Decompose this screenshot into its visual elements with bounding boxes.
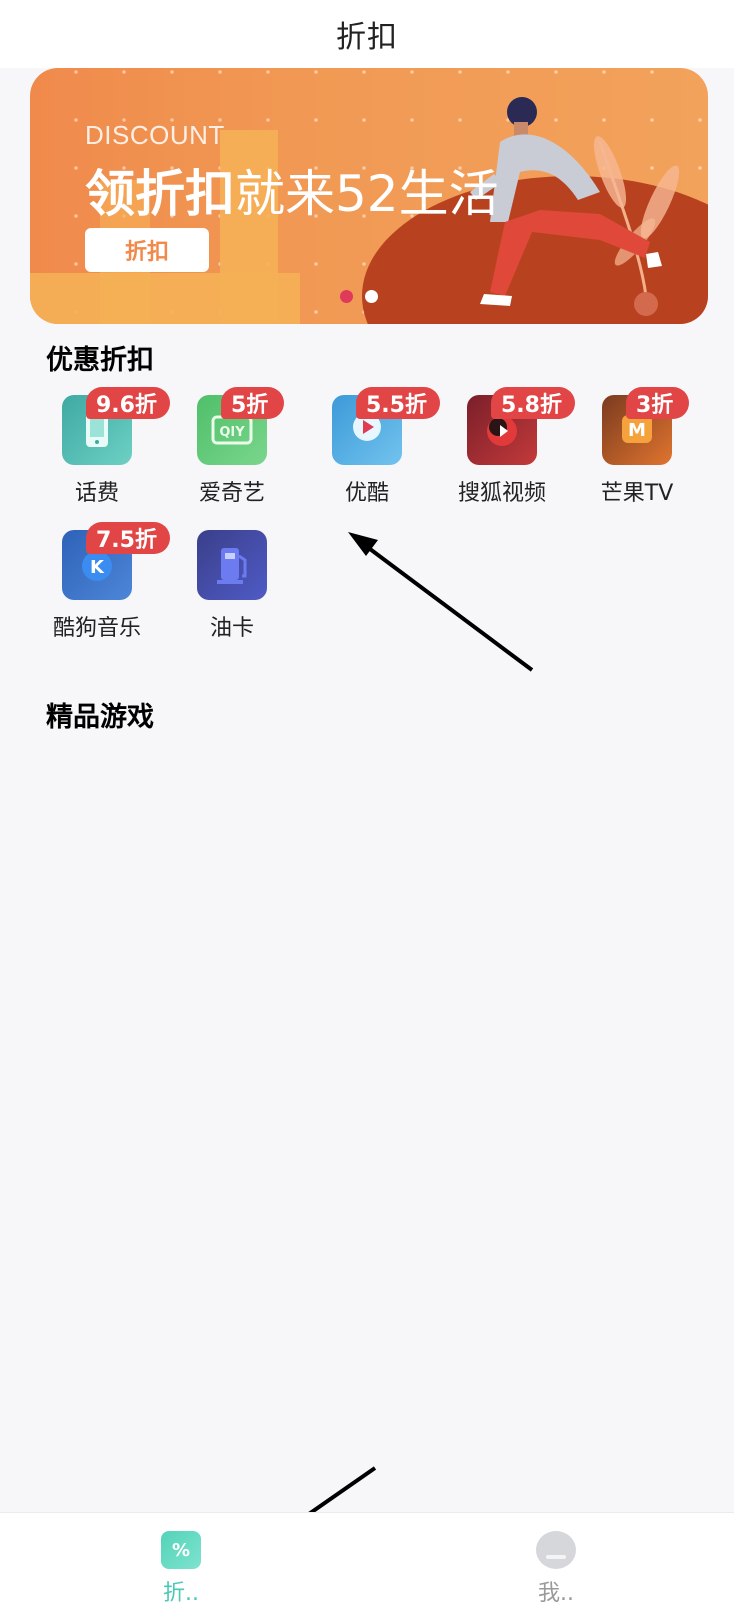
- tab-profile[interactable]: 我..: [511, 1531, 601, 1607]
- tab-label: 我..: [538, 1581, 574, 1606]
- tab-label: 折..: [163, 1581, 199, 1606]
- discount-percent-icon: %: [161, 1531, 201, 1569]
- bottom-tab-bar: % 折.. 我..: [0, 1512, 734, 1615]
- tab-discount[interactable]: % 折..: [136, 1531, 226, 1607]
- profile-icon: [536, 1531, 576, 1569]
- annotation-arrows: [236, 532, 534, 1565]
